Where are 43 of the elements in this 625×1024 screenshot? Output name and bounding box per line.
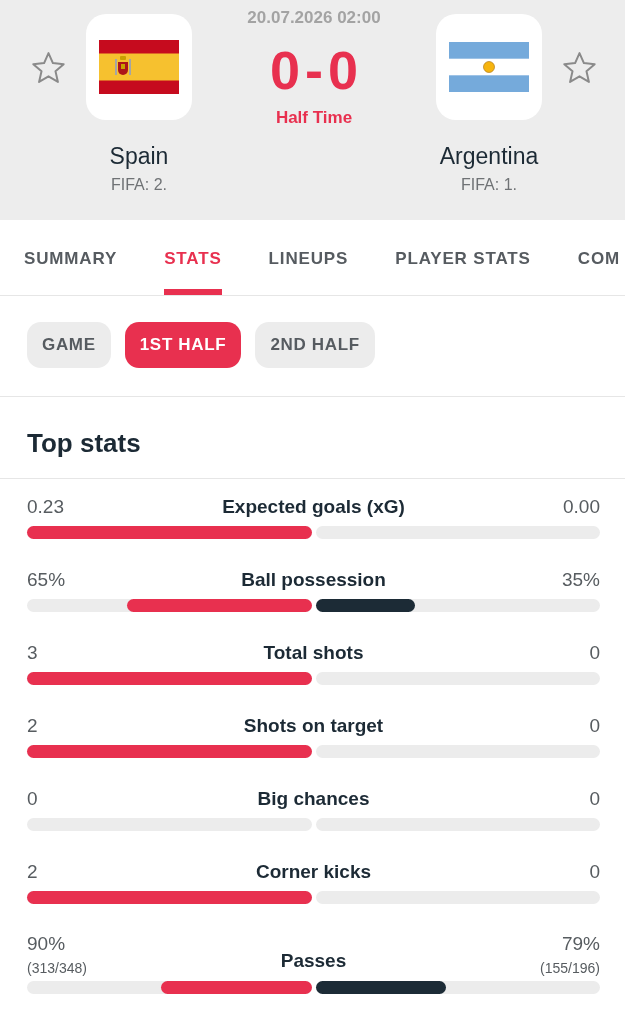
team-name[interactable]: Spain bbox=[109, 142, 169, 170]
period-tab[interactable]: 2ND HALF bbox=[255, 322, 375, 368]
stat-label: Expected goals (xG) bbox=[222, 495, 405, 519]
stat-value: 2 bbox=[27, 860, 38, 884]
flag-icon bbox=[436, 14, 542, 120]
stat-label: Passes bbox=[280, 949, 347, 973]
fifa-ranking: FIFA: 1. bbox=[461, 175, 517, 195]
match-score: 0-0 bbox=[268, 43, 363, 97]
stat-label: Corner kicks bbox=[255, 860, 372, 884]
stat-value: 65% bbox=[27, 568, 66, 592]
stat-value: 2 bbox=[27, 714, 38, 738]
stat-value: 0 bbox=[589, 860, 600, 884]
period-tab[interactable]: 1ST HALF bbox=[124, 322, 242, 368]
stat-value: 79% bbox=[561, 933, 600, 955]
flag-icon bbox=[86, 14, 192, 120]
stat-detail: (313/348) bbox=[27, 960, 87, 976]
stat-label: Ball possession bbox=[241, 568, 386, 592]
stat-value: 0 bbox=[27, 787, 38, 811]
stat-value: 0 bbox=[589, 714, 600, 738]
tab[interactable]: SUMMARY bbox=[24, 220, 118, 295]
fifa-ranking: FIFA: 2. bbox=[111, 175, 167, 195]
stat-value: 0 bbox=[589, 787, 600, 811]
match-status: Half Time bbox=[275, 107, 353, 129]
stat-label: Big chances bbox=[257, 787, 370, 811]
tab[interactable]: PLAYER STATS bbox=[395, 220, 531, 295]
period-tab[interactable]: GAME bbox=[27, 322, 111, 368]
stat-value: 35% bbox=[561, 568, 600, 592]
stat-detail: (155/196) bbox=[540, 960, 600, 976]
match-datetime: 20.07.2026 02:00 bbox=[247, 7, 381, 29]
stat-label: Total shots bbox=[263, 641, 364, 665]
stat-value: 3 bbox=[27, 641, 38, 665]
tab[interactable]: STATS bbox=[164, 220, 222, 295]
stat-label: Shots on target bbox=[243, 714, 384, 738]
stat-value: 90% bbox=[27, 933, 66, 955]
stat-value: 0.23 bbox=[27, 495, 64, 519]
star-icon[interactable] bbox=[32, 52, 65, 83]
tab[interactable]: LINEUPS bbox=[268, 220, 349, 295]
stat-value: 0 bbox=[589, 641, 600, 665]
star-icon[interactable] bbox=[563, 52, 596, 83]
tab[interactable]: COM bbox=[577, 220, 620, 295]
team-name[interactable]: Argentina bbox=[439, 142, 539, 170]
section-title: Top stats bbox=[27, 427, 142, 459]
stat-value: 0.00 bbox=[563, 495, 600, 519]
